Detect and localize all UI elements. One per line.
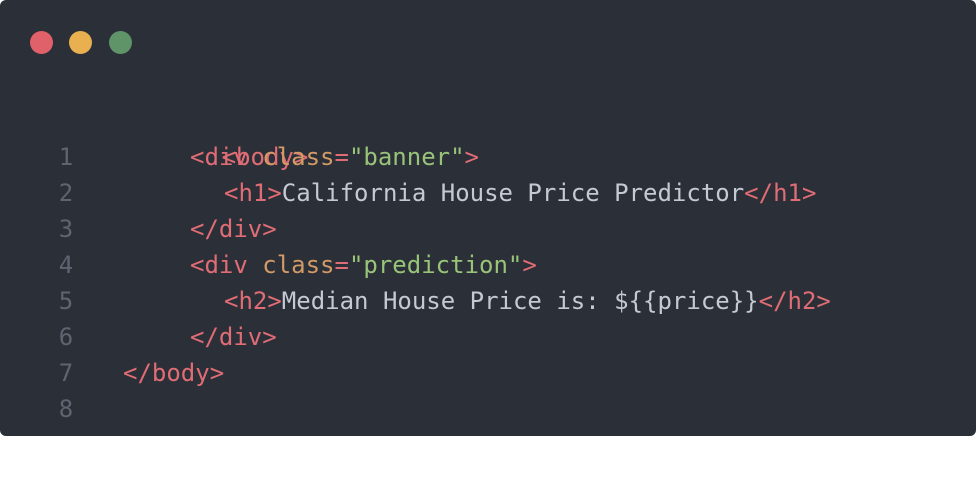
- line-number: 8: [58, 395, 74, 423]
- minimize-dot-icon[interactable]: [69, 31, 92, 54]
- code-text: Median House Price is: ${{price}}: [281, 287, 759, 315]
- code-tag: </h1>: [744, 179, 817, 207]
- code-string: "prediction": [348, 251, 523, 279]
- code-tag: </div>: [190, 323, 277, 351]
- code-tag: >: [522, 251, 537, 279]
- code-string: "banner": [348, 143, 465, 171]
- code-text: California House Price Predictor: [281, 179, 745, 207]
- code-tag: <div: [190, 251, 263, 279]
- code-line: 6 <h2>Median House Price is: ${{price}}<…: [0, 283, 831, 351]
- code-line: 3 <h1>California House Price Predictor</…: [0, 175, 817, 243]
- code-line: 4 </div>: [0, 211, 277, 279]
- code-tag: >: [464, 143, 479, 171]
- code-tag: </h2>: [758, 287, 831, 315]
- code-line: 7 </div>: [0, 319, 277, 387]
- code-tag: <h2>: [224, 287, 282, 315]
- code-tag: <h1>: [224, 179, 282, 207]
- code-line: 2 <div class="banner">: [0, 139, 479, 207]
- code-tag: <div: [190, 143, 263, 171]
- code-equals: =: [334, 251, 349, 279]
- code-block: 1 <body> 2 <div class="banner"> 3 <h1>Ca…: [0, 103, 831, 423]
- maximize-dot-icon[interactable]: [109, 31, 132, 54]
- code-equals: =: [334, 143, 349, 171]
- code-tag: </div>: [190, 215, 277, 243]
- close-dot-icon[interactable]: [30, 31, 53, 54]
- code-line: 1 <body>: [0, 103, 309, 171]
- code-attribute: class: [262, 143, 335, 171]
- code-line: 8 </body>: [0, 355, 224, 423]
- code-tag: </body>: [123, 359, 225, 387]
- code-window: 1 <body> 2 <div class="banner"> 3 <h1>Ca…: [0, 0, 976, 436]
- code-attribute: class: [262, 251, 335, 279]
- code-line: 5 <div class="prediction">: [0, 247, 537, 315]
